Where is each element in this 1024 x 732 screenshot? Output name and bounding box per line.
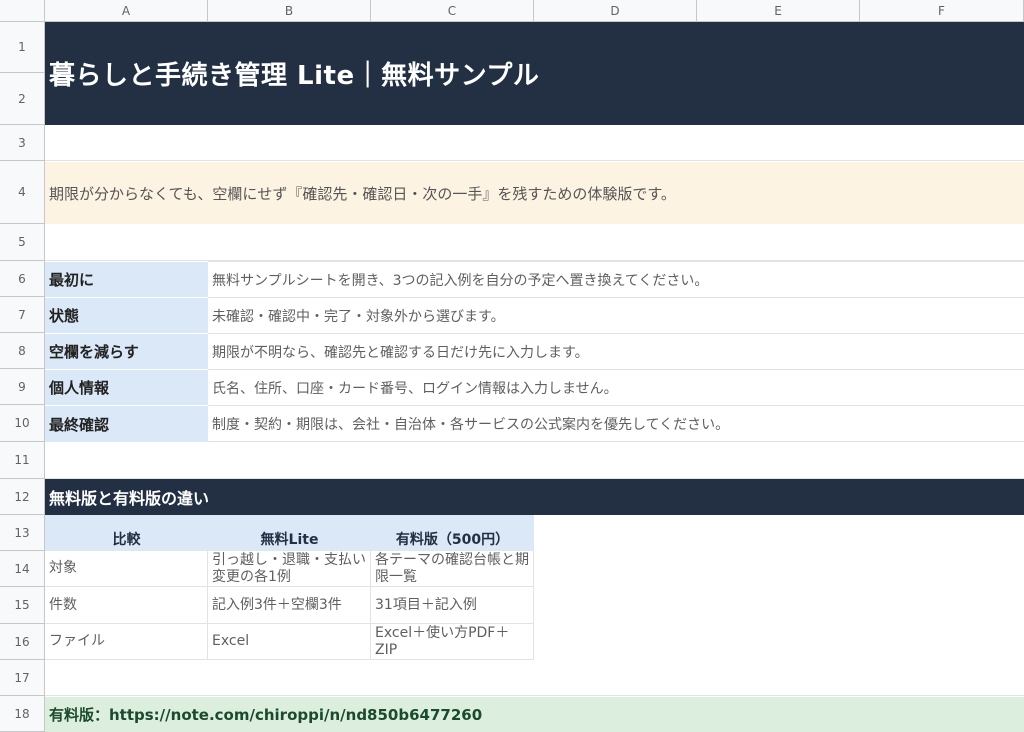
spreadsheet: A B C D E F 1 2 3 4 5 6 7 8 9 10 11 12 1… bbox=[0, 0, 1024, 732]
row-header-6[interactable]: 6 bbox=[0, 261, 45, 297]
guide-label-status[interactable]: 状態 bbox=[45, 298, 208, 333]
column-header-a[interactable]: A bbox=[45, 0, 208, 22]
comparison-header-free[interactable]: 無料Lite bbox=[208, 515, 371, 551]
comparison-cell-count-label[interactable]: 件数 bbox=[45, 587, 208, 624]
comparison-cell-target-paid[interactable]: 各テーマの確認台帳と期限一覧 bbox=[371, 551, 534, 587]
column-header-c[interactable]: C bbox=[371, 0, 534, 22]
column-header-b[interactable]: B bbox=[208, 0, 371, 22]
guide-text-status[interactable]: 未確認・確認中・完了・対象外から選びます。 bbox=[208, 297, 1024, 334]
column-header-e[interactable]: E bbox=[697, 0, 860, 22]
row-header-7[interactable]: 7 bbox=[0, 297, 45, 333]
comparison-cell-target-label[interactable]: 対象 bbox=[45, 551, 208, 587]
select-all-corner[interactable] bbox=[0, 0, 45, 22]
row-header-2[interactable]: 2 bbox=[0, 73, 45, 125]
row-header-10[interactable]: 10 bbox=[0, 405, 45, 442]
sheet-title[interactable]: 暮らしと手続き管理 Lite｜無料サンプル bbox=[45, 22, 1024, 125]
guide-text-reduce-blanks[interactable]: 期限が不明なら、確認先と確認する日だけ先に入力します。 bbox=[208, 333, 1024, 370]
comparison-cell-target-free[interactable]: 引っ越し・退職・支払い変更の各1例 bbox=[208, 551, 371, 587]
comparison-cell-file-label[interactable]: ファイル bbox=[45, 624, 208, 660]
row-header-5[interactable]: 5 bbox=[0, 224, 45, 261]
column-header-f[interactable]: F bbox=[860, 0, 1024, 22]
column-header-d[interactable]: D bbox=[534, 0, 697, 22]
gridline bbox=[45, 160, 1024, 161]
row-header-11[interactable]: 11 bbox=[0, 442, 45, 479]
row-header-3[interactable]: 3 bbox=[0, 125, 45, 161]
guide-label-final-check[interactable]: 最終確認 bbox=[45, 406, 208, 442]
row-header-4[interactable]: 4 bbox=[0, 161, 45, 224]
row-header-12[interactable]: 12 bbox=[0, 479, 45, 515]
paid-version-link[interactable]: 有料版：https://note.com/chiroppi/n/nd850b64… bbox=[45, 697, 1024, 732]
comparison-cell-count-paid[interactable]: 31項目＋記入例 bbox=[371, 587, 534, 624]
guide-text-privacy[interactable]: 氏名、住所、口座・カード番号、ログイン情報は入力しません。 bbox=[208, 369, 1024, 406]
gridline bbox=[45, 695, 1024, 696]
row-header-17[interactable]: 17 bbox=[0, 660, 45, 696]
row-header-14[interactable]: 14 bbox=[0, 551, 45, 587]
comparison-cell-count-free[interactable]: 記入例3件＋空欄3件 bbox=[208, 587, 371, 624]
guide-text-first[interactable]: 無料サンプルシートを開き、3つの記入例を自分の予定へ置き換えてください。 bbox=[208, 261, 1024, 298]
comparison-header-compare[interactable]: 比較 bbox=[45, 515, 208, 551]
row-header-15[interactable]: 15 bbox=[0, 587, 45, 624]
row-header-1[interactable]: 1 bbox=[0, 22, 45, 73]
row-header-18[interactable]: 18 bbox=[0, 696, 45, 732]
guide-label-first[interactable]: 最初に bbox=[45, 262, 208, 297]
intro-text[interactable]: 期限が分からなくても、空欄にせず『確認先・確認日・次の一手』を残すための体験版で… bbox=[45, 162, 1024, 224]
row-header-8[interactable]: 8 bbox=[0, 333, 45, 369]
row-header-16[interactable]: 16 bbox=[0, 624, 45, 660]
comparison-cell-file-free[interactable]: Excel bbox=[208, 624, 371, 660]
comparison-header-paid[interactable]: 有料版（500円） bbox=[371, 515, 534, 551]
row-header-9[interactable]: 9 bbox=[0, 369, 45, 405]
guide-text-final-check[interactable]: 制度・契約・期限は、会社・自治体・各サービスの公式案内を優先してください。 bbox=[208, 405, 1024, 442]
comparison-cell-file-paid[interactable]: Excel＋使い方PDF＋ZIP bbox=[371, 624, 534, 660]
guide-label-privacy[interactable]: 個人情報 bbox=[45, 370, 208, 405]
comparison-title[interactable]: 無料版と有料版の違い bbox=[45, 479, 1024, 515]
guide-label-reduce-blanks[interactable]: 空欄を減らす bbox=[45, 334, 208, 369]
row-header-13[interactable]: 13 bbox=[0, 515, 45, 551]
